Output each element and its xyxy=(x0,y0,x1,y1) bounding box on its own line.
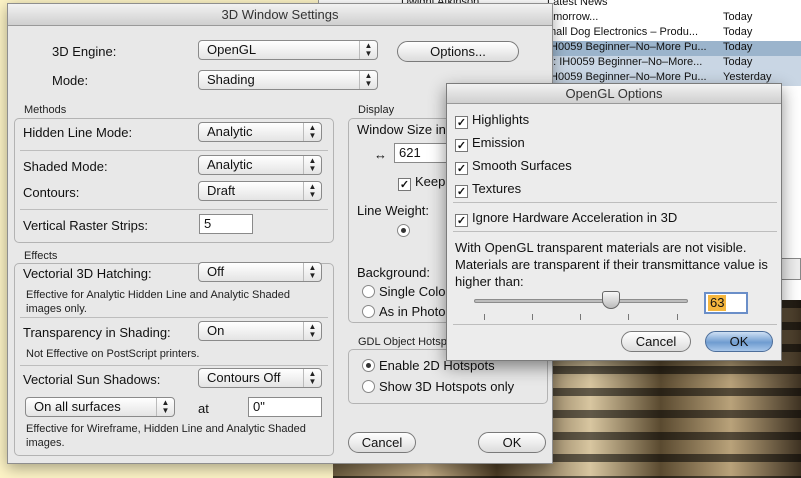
transmittance-field[interactable]: 63 xyxy=(704,292,748,314)
checkbox-icon: ✓ xyxy=(455,139,468,152)
surfaces-popup[interactable]: On all surfaces ▲ ▼ xyxy=(25,397,175,417)
transmittance-slider-track[interactable] xyxy=(474,299,688,303)
background-label: Background: xyxy=(357,265,430,280)
raster-strips-field[interactable]: 5 xyxy=(199,214,253,234)
opengl-options-dialog: OpenGL Options ✓ Highlights ✓ Emission ✓ Sm… xyxy=(446,83,782,361)
divider xyxy=(453,231,777,232)
divider xyxy=(453,324,777,325)
single-color-radio[interactable]: Single Colo xyxy=(362,284,446,299)
opengl-title: OpenGL Options xyxy=(447,84,781,104)
effects-header: Effects xyxy=(24,250,58,262)
as-in-photo-radio[interactable]: As in Photo xyxy=(362,304,446,319)
contours-value: Draft xyxy=(207,183,236,198)
transparency-label: Transparency in Shading: xyxy=(23,325,171,340)
line-weight-label: Line Weight: xyxy=(357,203,430,218)
divider xyxy=(20,365,328,366)
divider xyxy=(453,202,777,203)
opengl-ok-button[interactable]: OK xyxy=(705,331,773,352)
slider-tick xyxy=(532,314,533,320)
chevron-updown-icon: ▲ ▼ xyxy=(359,41,377,59)
ignore-hw-acceleration-checkbox[interactable]: ✓ Ignore Hardware Acceleration in 3D xyxy=(455,210,677,227)
chevron-updown-icon: ▲ ▼ xyxy=(303,322,321,340)
raster-strips-label: Vertical Raster Strips: xyxy=(23,218,148,233)
slider-tick xyxy=(677,314,678,320)
hatching-label: Vectorial 3D Hatching: xyxy=(23,266,152,281)
checkbox-icon: ✓ xyxy=(455,214,468,227)
surfaces-value: On all surfaces xyxy=(34,399,121,414)
hidden-line-label: Hidden Line Mode: xyxy=(23,125,133,140)
slider-tick xyxy=(484,314,485,320)
slider-tick xyxy=(628,314,629,320)
sun-note: Effective for Wireframe, Hidden Line and… xyxy=(26,423,306,449)
gdl-header: GDL Object Hotsp xyxy=(358,336,447,348)
mode-value: Shading xyxy=(207,72,255,87)
radio-icon xyxy=(362,305,375,318)
hatching-popup[interactable]: Off ▲ ▼ xyxy=(198,262,322,282)
checkbox-icon: ✓ xyxy=(455,116,468,129)
sun-shadows-popup[interactable]: Contours Off ▲ ▼ xyxy=(198,368,322,388)
chevron-updown-icon: ▲ ▼ xyxy=(303,263,321,281)
chevron-updown-icon: ▲ ▼ xyxy=(303,123,321,141)
shaded-mode-value: Analytic xyxy=(207,157,253,172)
checkbox-icon: ✓ xyxy=(455,185,468,198)
emission-checkbox[interactable]: ✓ Emission xyxy=(455,135,525,152)
highlights-checkbox[interactable]: ✓ Highlights xyxy=(455,112,529,129)
line-weight-radio[interactable] xyxy=(397,223,414,238)
engine-value: OpenGL xyxy=(207,42,257,57)
sun-shadows-label: Vectorial Sun Shadows: xyxy=(23,372,161,387)
transparency-note: Not Effective on PostScript printers. xyxy=(26,348,200,360)
chevron-updown-icon: ▲ ▼ xyxy=(303,156,321,174)
textures-checkbox[interactable]: ✓ Textures xyxy=(455,181,521,198)
transparency-popup[interactable]: On ▲ ▼ xyxy=(198,321,322,341)
radio-icon xyxy=(362,285,375,298)
radio-icon xyxy=(362,380,375,393)
transmittance-value: 63 xyxy=(708,295,727,311)
mode-popup[interactable]: Shading ▲ ▼ xyxy=(198,70,378,90)
checkbox-icon: ✓ xyxy=(398,178,411,191)
show-3d-hotspots-radio[interactable]: Show 3D Hotspots only xyxy=(362,379,514,394)
shaded-mode-popup[interactable]: Analytic ▲ ▼ xyxy=(198,155,322,175)
at-label: at xyxy=(198,401,209,416)
engine-label: 3D Engine: xyxy=(52,44,117,59)
methods-header: Methods xyxy=(24,104,67,116)
hidden-line-popup[interactable]: Analytic ▲ ▼ xyxy=(198,122,322,142)
hatching-note: Effective for Analytic Hidden Line and A… xyxy=(26,289,290,315)
options-button[interactable]: Options... xyxy=(397,41,519,62)
window-size-label: Window Size in xyxy=(357,122,446,137)
opengl-cancel-button[interactable]: Cancel xyxy=(621,331,691,352)
hidden-line-value: Analytic xyxy=(207,124,253,139)
radio-icon xyxy=(397,224,410,237)
checkbox-icon: ✓ xyxy=(455,162,468,175)
mode-label: Mode: xyxy=(52,73,89,88)
chevron-updown-icon: ▲ ▼ xyxy=(156,398,174,416)
divider xyxy=(20,317,328,318)
transparency-note: With OpenGL transparent materials are no… xyxy=(455,240,768,289)
radio-icon xyxy=(362,359,375,372)
hatching-value: Off xyxy=(207,264,225,279)
contours-label: Contours: xyxy=(23,185,80,200)
cancel-button[interactable]: Cancel xyxy=(348,432,416,453)
at-field[interactable]: 0" xyxy=(248,397,322,417)
width-arrows-icon: ↔ xyxy=(374,147,387,162)
engine-popup[interactable]: OpenGL ▲ ▼ xyxy=(198,40,378,60)
contours-popup[interactable]: Draft ▲ ▼ xyxy=(198,181,322,201)
divider xyxy=(20,150,328,151)
width-field[interactable]: 621 xyxy=(394,143,454,163)
sun-shadows-value: Contours Off xyxy=(207,370,281,385)
slider-tick xyxy=(580,314,581,320)
keep-checkbox[interactable]: ✓ Keep xyxy=(398,174,445,191)
ok-button[interactable]: OK xyxy=(478,432,546,453)
smooth-surfaces-checkbox[interactable]: ✓ Smooth Surfaces xyxy=(455,158,572,175)
display-header: Display xyxy=(358,104,395,116)
chevron-updown-icon: ▲ ▼ xyxy=(303,369,321,387)
transparency-value: On xyxy=(207,323,225,338)
dialog-title: 3D Window Settings xyxy=(8,4,552,26)
divider xyxy=(20,209,328,210)
chevron-updown-icon: ▲ ▼ xyxy=(303,182,321,200)
chevron-updown-icon: ▲ ▼ xyxy=(359,71,377,89)
shaded-mode-label: Shaded Mode: xyxy=(23,159,108,174)
transmittance-slider-thumb[interactable] xyxy=(601,291,620,309)
